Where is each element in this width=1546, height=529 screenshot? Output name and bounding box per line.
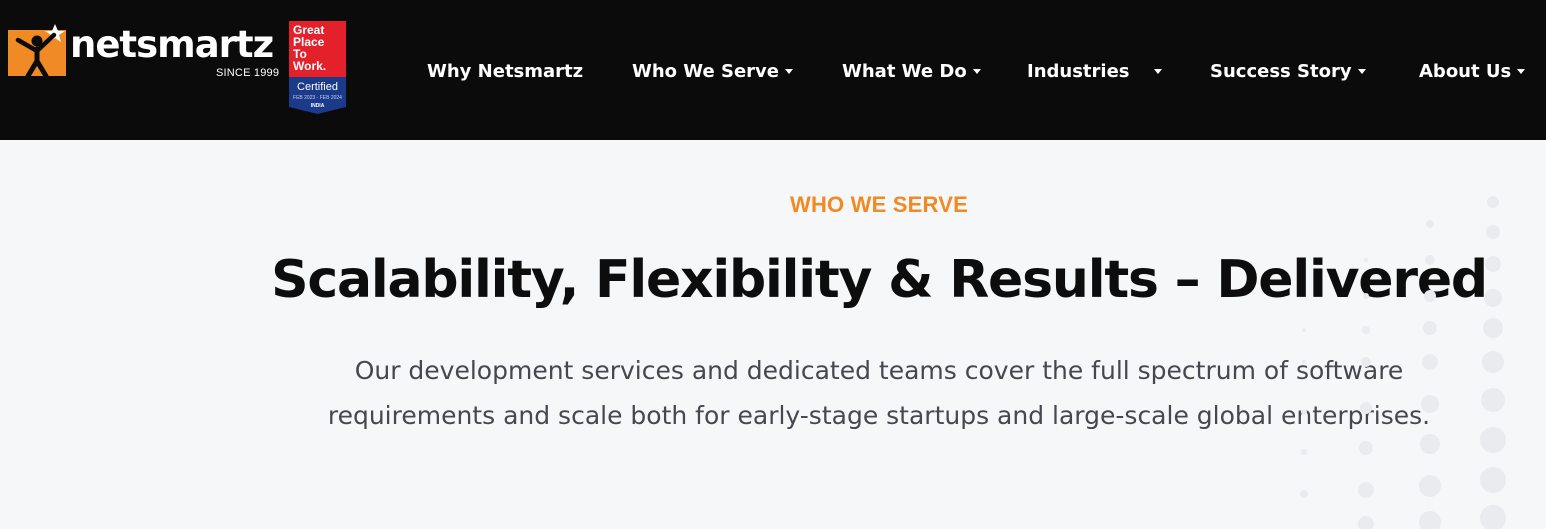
nav-label: Success Story xyxy=(1210,60,1352,82)
caret-down-icon xyxy=(1517,69,1526,74)
caret-down-icon xyxy=(1153,69,1162,74)
gptw-dates: FEB 2023 - FEB 2024 xyxy=(293,95,342,101)
nav-why-netsmartz[interactable]: Why Netsmartz xyxy=(427,57,583,85)
nav-label: Industries xyxy=(1027,60,1130,82)
nav-what-we-do[interactable]: What We Do xyxy=(842,57,981,85)
netsmartz-logo[interactable]: netsmartz SINCE 1999 xyxy=(8,20,288,82)
gptw-line-4: Work. xyxy=(293,59,327,73)
gptw-certified: Certified xyxy=(297,81,338,93)
decorative-dot-pattern xyxy=(1300,196,1506,529)
nav-label: What We Do xyxy=(842,60,967,82)
nav-industries[interactable]: Industries xyxy=(1027,57,1162,85)
nav-success-story[interactable]: Success Story xyxy=(1210,57,1366,85)
caret-down-icon xyxy=(784,69,793,74)
nav-label: Who We Serve xyxy=(632,60,779,82)
logo-wordmark: netsmartz xyxy=(70,23,274,66)
nav-label: About Us xyxy=(1419,60,1512,82)
hero-description-line-1: Our development services and dedicated t… xyxy=(354,356,1404,385)
top-navbar: netsmartz SINCE 1999 Great Place To Work… xyxy=(0,0,1546,140)
nav-label: Why Netsmartz xyxy=(427,60,584,82)
gptw-country: INDIA xyxy=(310,103,325,109)
gptw-badge-top: Great Place To Work. xyxy=(289,21,346,77)
nav-about-us[interactable]: About Us xyxy=(1419,57,1526,85)
logo-since: SINCE 1999 xyxy=(216,67,280,79)
logo-mark-icon xyxy=(8,24,66,76)
caret-down-icon xyxy=(1357,69,1366,74)
caret-down-icon xyxy=(972,69,981,74)
hero-description-line-2: requirements and scale both for early-st… xyxy=(327,401,1431,430)
great-place-to-work-badge: Great Place To Work. Certified FEB 2023 … xyxy=(289,21,346,114)
nav-who-we-serve[interactable]: Who We Serve xyxy=(632,57,793,85)
